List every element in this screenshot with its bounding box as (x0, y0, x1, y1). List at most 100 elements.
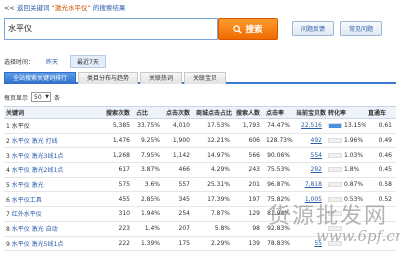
cell-ctr: 96.87% (264, 177, 294, 193)
cell-items: 292 (294, 162, 326, 178)
watermark-text: 货源批发网 (268, 204, 389, 229)
time-option-7days[interactable]: 最近7天 (70, 54, 106, 68)
cell-mall-share: 25.31% (194, 177, 234, 193)
header-ztc[interactable]: 直通车 (366, 106, 396, 119)
tab-related-items[interactable]: 关联宝贝 (184, 72, 227, 84)
cell-clicks: 1,900 (164, 133, 194, 149)
faq-button[interactable]: 常见问题 (340, 21, 382, 36)
keyword-link[interactable]: 红外水平仪 (12, 211, 42, 218)
search-input[interactable]: 水平仪 (4, 18, 218, 40)
cell-users: 139 (234, 236, 264, 252)
items-link[interactable]: 7,818 (305, 181, 322, 188)
rank-number: 3 (6, 152, 10, 160)
cell-conversion: 0.87% (326, 177, 366, 193)
page-size-suffix: 条 (54, 94, 61, 102)
keyword-link[interactable]: 水平仪 激光3线1点 (12, 153, 64, 160)
tab-keyword-ranking[interactable]: 全站搜索关键词排行 (4, 72, 77, 84)
items-link[interactable]: 492 (311, 137, 322, 144)
header-users[interactable]: 搜索人数 (234, 106, 264, 119)
items-link[interactable]: 554 (311, 152, 322, 159)
cell-keyword: 7 红外水平仪 (4, 206, 104, 222)
cell-share: 1.4% (134, 221, 164, 237)
cell-clicks: 175 (164, 236, 194, 252)
time-selector: 选择时间： 昨天 最近7天 (4, 54, 396, 68)
items-link[interactable]: 22,516 (301, 122, 322, 129)
conversion-value: 13.15% (344, 122, 366, 130)
cell-ctr: 128.73% (264, 133, 294, 149)
keyword-link[interactable]: 水平仪 激光 打线 (12, 138, 58, 145)
watermark-url: www.6pf.cn (316, 227, 400, 245)
header-clicks[interactable]: 点击次数 (164, 106, 194, 119)
search-button-label: 搜索 (245, 25, 263, 35)
cell-ztc: 0.49 (366, 133, 396, 149)
page-size-select[interactable]: 50 ▼ (31, 92, 52, 102)
header-share[interactable]: 占比 (134, 106, 164, 119)
cell-share: 7.95% (134, 147, 164, 164)
search-button[interactable]: 搜索 (218, 18, 278, 40)
cell-items: 22,516 (294, 118, 326, 134)
keyword-link[interactable]: 水平仪 激光 (12, 182, 44, 189)
cell-searches: 310 (104, 206, 134, 222)
cell-share: 1.39% (134, 236, 164, 252)
cell-keyword: 5 水平仪 激光 (4, 177, 104, 193)
cell-share: 9.25% (134, 133, 164, 149)
cell-keyword: 3 水平仪 激光3线1点 (4, 147, 104, 164)
page-size-prefix: 每页显示 (4, 94, 29, 102)
cell-users: 98 (234, 221, 264, 237)
rank-number: 4 (6, 167, 10, 175)
back-link[interactable]: 返回关键词 (17, 4, 50, 12)
table-row: 5 水平仪 激光 575 3.6% 557 25.31% 201 96.87% 7,818 0.… (4, 177, 396, 193)
tab-category-trend[interactable]: 类目分布与趋势 (78, 72, 139, 84)
conversion-value: 1.8% (344, 166, 360, 174)
cell-mall-share: 12.21% (194, 133, 234, 149)
keyword-link: 水平仪 (11, 123, 30, 131)
cell-share: 3.6% (134, 177, 164, 193)
conversion-value: 1.03% (344, 151, 364, 159)
keyword-link[interactable]: 水平仪 激光5线1点 (12, 241, 64, 248)
cell-keyword: 2 水平仪 激光 打线 (4, 133, 104, 149)
keyword-link[interactable]: 水平仪工具 (12, 197, 42, 204)
cell-keyword: 1 水平仪 (4, 118, 104, 134)
rank-number: 1 (6, 123, 10, 131)
header-conversion[interactable]: 转化率 (326, 106, 366, 119)
header-keyword[interactable]: 关键词 (4, 106, 104, 119)
items-link[interactable]: 292 (311, 166, 322, 173)
cell-users: 606 (234, 133, 264, 149)
rank-number: 9 (6, 240, 10, 248)
cell-keyword: 8 水平仪 激光 自动 (4, 221, 104, 237)
cell-users: 1,793 (234, 118, 264, 134)
cell-searches: 617 (104, 162, 134, 178)
cell-searches: 222 (104, 236, 134, 252)
cell-clicks: 254 (164, 206, 194, 222)
cell-users: 201 (234, 177, 264, 193)
cell-clicks: 345 (164, 191, 194, 208)
cell-conversion: 13.15% (326, 118, 366, 134)
rank-number: 7 (6, 211, 10, 219)
rank-number: 2 (6, 138, 10, 146)
cell-mall-share: 4.29% (194, 162, 234, 178)
cell-ztc: 0.45 (366, 162, 396, 178)
conversion-bar (328, 182, 342, 188)
table-header-row: 关键词 搜索次数 占比 点击次数 商城点击占比 搜索人数 点击率 当前宝贝数 转… (4, 106, 396, 119)
cell-keyword: 9 水平仪 激光5线1点 (4, 236, 104, 252)
cell-ctr: 78.83% (264, 236, 294, 252)
cell-searches: 575 (104, 177, 134, 193)
header-ctr[interactable]: 点击率 (264, 106, 294, 119)
keyword-link[interactable]: 水平仪 激光2线1点 (12, 167, 64, 174)
keyword-link[interactable]: 水平仪 激光 自动 (12, 226, 58, 233)
header-mall-share[interactable]: 商城点击占比 (194, 106, 234, 119)
cell-share: 33.75% (134, 118, 164, 134)
time-option-yesterday[interactable]: 昨天 (40, 56, 64, 67)
current-keyword: “激光水平仪” (51, 4, 91, 12)
tab-related-words[interactable]: 关联热词 (140, 72, 183, 84)
conversion-bar (328, 167, 342, 173)
cell-users: 566 (234, 147, 264, 164)
back-breadcrumb: << 返回关键词 “激光水平仪” 的搜索结果 (4, 2, 125, 12)
header-searches[interactable]: 搜索次数 (104, 106, 134, 119)
rank-number: 8 (6, 226, 10, 234)
cell-ctr: 75.53% (264, 162, 294, 178)
feedback-button[interactable]: 问题反馈 (292, 21, 334, 36)
header-items[interactable]: 当前宝贝数 (294, 106, 326, 119)
cell-ztc: 0.61 (366, 118, 396, 134)
cell-searches: 455 (104, 191, 134, 208)
